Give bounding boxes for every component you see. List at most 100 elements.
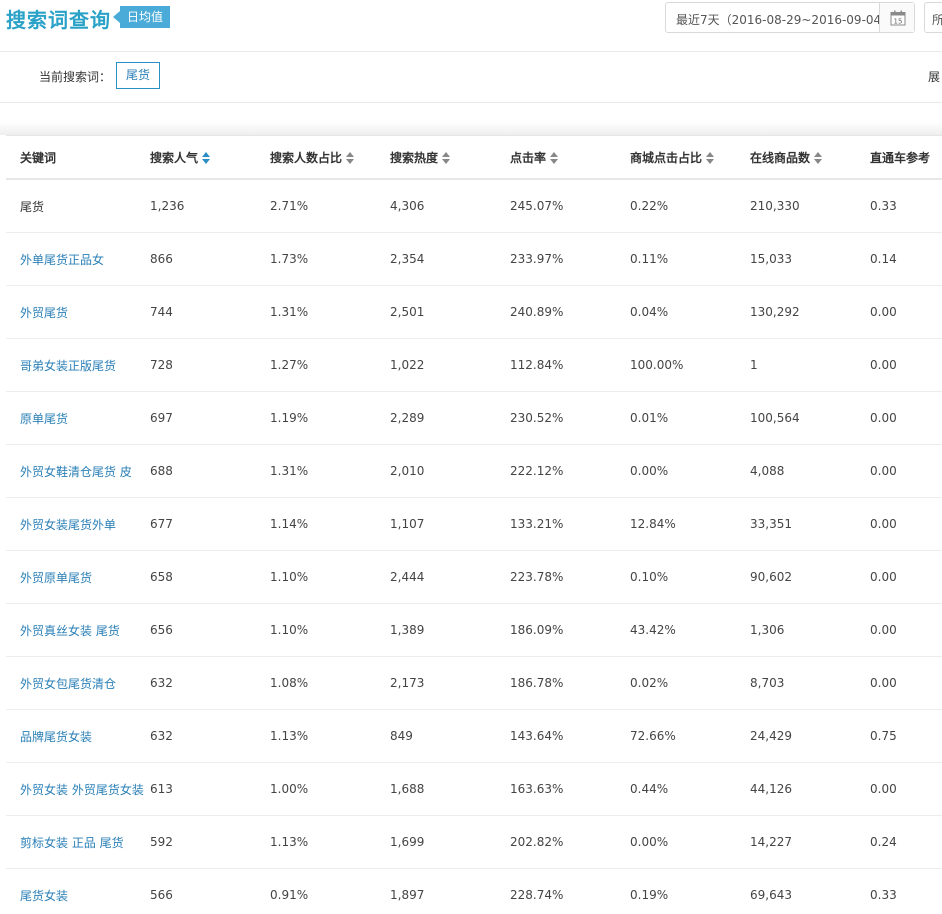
cell-value: 230.52% (510, 411, 563, 425)
sort-icon[interactable] (202, 152, 210, 164)
table-row: 尾货1,2362.71%4,306245.07%0.22%210,3300.33 (6, 179, 942, 233)
cell-value: 697 (150, 411, 173, 425)
cell-share: 2.71% (270, 179, 390, 233)
cell-mall-ctr: 72.66% (630, 710, 750, 763)
cell-value: 632 (150, 729, 173, 743)
calendar-icon: 15 (890, 10, 906, 26)
cell-ctr: 223.78% (510, 551, 630, 604)
cell-ctr: 186.78% (510, 657, 630, 710)
title-bar: 搜索词查询 日均值 最近7天（2016-08-29~2016-09-04） 15… (0, 0, 942, 50)
cell-value: 0.10% (630, 570, 668, 584)
cell-popularity: 697 (150, 392, 270, 445)
keyword-link[interactable]: 哥弟女装正版尾货 (20, 359, 116, 373)
keyword-link[interactable]: 外贸原单尾货 (20, 571, 92, 585)
date-range-picker[interactable]: 最近7天（2016-08-29~2016-09-04） 15 (665, 2, 915, 33)
cell-popularity: 728 (150, 339, 270, 392)
column-header-share[interactable]: 搜索人数占比 (270, 136, 390, 179)
cell-mall-ctr: 0.11% (630, 233, 750, 286)
cell-value: 2,010 (390, 464, 424, 478)
cell-value: 33,351 (750, 517, 792, 531)
cell-value: 0.00 (870, 464, 897, 478)
sort-icon[interactable] (814, 152, 822, 164)
cell-ctr: 228.74% (510, 869, 630, 914)
cell-value: 233.97% (510, 252, 563, 266)
cell-value: 0.00 (870, 676, 897, 690)
calendar-button[interactable]: 15 (879, 3, 914, 32)
cell-value: 866 (150, 252, 173, 266)
table-body: 尾货1,2362.71%4,306245.07%0.22%210,3300.33… (6, 179, 942, 914)
keyword-link[interactable]: 尾货女装 (20, 889, 68, 903)
cell-value: 223.78% (510, 570, 563, 584)
column-header-label: 在线商品数 (750, 151, 810, 165)
keyword-link[interactable]: 原单尾货 (20, 412, 68, 426)
cell-value: 100,564 (750, 411, 800, 425)
current-keyword-chip[interactable]: 尾货 (116, 62, 160, 89)
section-separator (0, 103, 942, 135)
cell-value: 2,289 (390, 411, 424, 425)
cell-online: 15,033 (750, 233, 870, 286)
cell-keyword: 外贸女装尾货外单 (6, 498, 150, 551)
cell-share: 1.31% (270, 445, 390, 498)
column-header-popularity[interactable]: 搜索人气 (150, 136, 270, 179)
sort-icon[interactable] (550, 152, 558, 164)
cell-value: 566 (150, 888, 173, 902)
column-header-heat[interactable]: 搜索热度 (390, 136, 510, 179)
scope-select-label: 所 (932, 11, 942, 28)
table-header-row: 关键词搜索人气搜索人数占比搜索热度点击率 商城点击占比在线商品数 直通车参考 (6, 136, 942, 179)
cell-share: 1.13% (270, 816, 390, 869)
sort-icon[interactable] (346, 152, 354, 164)
cell-keyword: 外贸女装 外贸尾货女装 (6, 763, 150, 816)
column-header-mall-ctr[interactable]: 商城点击占比 (630, 136, 750, 179)
cell-keyword: 外贸真丝女装 尾货 (6, 604, 150, 657)
display-toggle[interactable]: 展 (928, 68, 940, 85)
cell-value: 1,107 (390, 517, 424, 531)
column-header-label: 点击率 (510, 151, 546, 165)
cell-online: 33,351 (750, 498, 870, 551)
cell-ztc: 0.14 (870, 233, 942, 286)
sort-icon[interactable] (442, 152, 450, 164)
cell-value: 15,033 (750, 252, 792, 266)
cell-value: 0.00 (870, 411, 897, 425)
cell-share: 0.91% (270, 869, 390, 914)
cell-share: 1.73% (270, 233, 390, 286)
cell-value: 4,306 (390, 199, 424, 213)
keyword-link[interactable]: 外贸女鞋清仓尾货 皮 (20, 465, 132, 479)
cell-popularity: 656 (150, 604, 270, 657)
cell-value: 0.00 (870, 623, 897, 637)
keyword-link[interactable]: 外贸尾货 (20, 306, 68, 320)
cell-value: 0.33 (870, 888, 897, 902)
keyword-link[interactable]: 外贸女装尾货外单 (20, 518, 116, 532)
calendar-day: 15 (894, 18, 903, 26)
cell-share: 1.31% (270, 286, 390, 339)
scope-select[interactable]: 所 (924, 2, 942, 33)
cell-value: 677 (150, 517, 173, 531)
cell-value: 8,703 (750, 676, 784, 690)
keyword-link[interactable]: 外单尾货正品女 (20, 253, 104, 267)
keyword-table: 关键词搜索人气搜索人数占比搜索热度点击率商城点击占比在线商品数直通车参考 尾货1… (6, 136, 942, 914)
keyword-text: 尾货 (20, 200, 44, 214)
column-header-online[interactable]: 在线商品数 (750, 136, 870, 179)
cell-value: 0.04% (630, 305, 668, 319)
column-header-ctr[interactable]: 点击率 (510, 136, 630, 179)
cell-heat: 4,306 (390, 179, 510, 233)
cell-heat: 1,107 (390, 498, 510, 551)
table-row: 外贸女鞋清仓尾货 皮6881.31%2,010222.12%0.00%4,088… (6, 445, 942, 498)
table-row: 外贸女装 外贸尾货女装6131.00%1,688163.63%0.44%44,1… (6, 763, 942, 816)
keyword-link[interactable]: 外贸女装 外贸尾货女装 (20, 783, 144, 797)
cell-keyword: 外单尾货正品女 (6, 233, 150, 286)
column-header-keyword: 关键词 (6, 136, 150, 179)
cell-value: 1.13% (270, 729, 308, 743)
keyword-link[interactable]: 外贸女包尾货清仓 (20, 677, 116, 691)
cell-value: 1,897 (390, 888, 424, 902)
cell-keyword: 尾货女装 (6, 869, 150, 914)
sort-icon[interactable] (706, 152, 714, 164)
cell-value: 112.84% (510, 358, 563, 372)
keyword-link[interactable]: 外贸真丝女装 尾货 (20, 624, 120, 638)
cell-value: 1.08% (270, 676, 308, 690)
keyword-table-card: 关键词搜索人气搜索人数占比搜索热度点击率商城点击占比在线商品数直通车参考 尾货1… (6, 135, 942, 914)
column-header-ztc: 直通车参考 (870, 136, 942, 179)
cell-heat: 2,354 (390, 233, 510, 286)
cell-online: 69,643 (750, 869, 870, 914)
keyword-link[interactable]: 品牌尾货女装 (20, 730, 92, 744)
keyword-link[interactable]: 剪标女装 正品 尾货 (20, 836, 124, 850)
